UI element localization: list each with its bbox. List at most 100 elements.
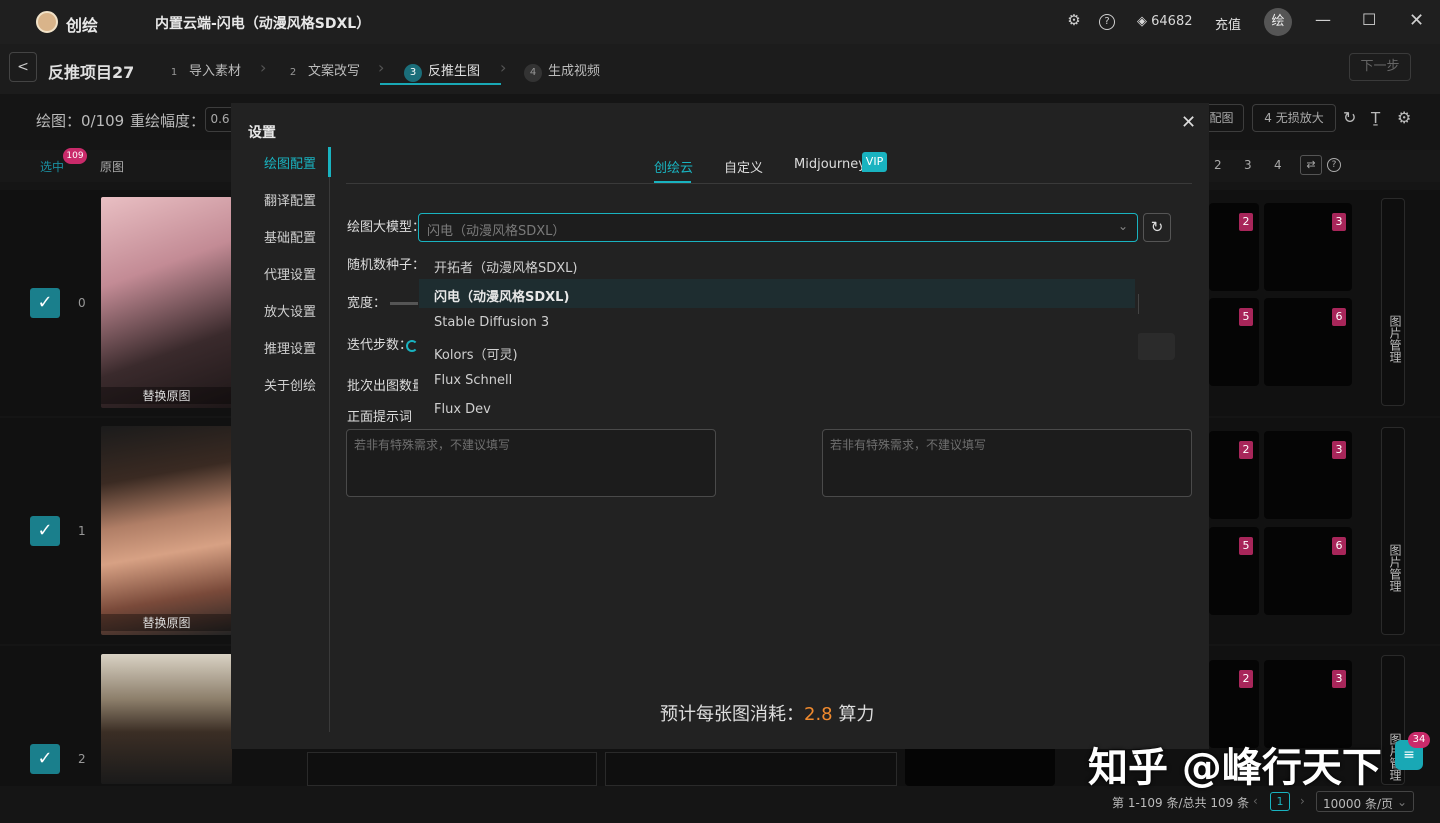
app-logo	[36, 11, 58, 33]
modal-title: 设置	[248, 125, 276, 141]
watermark: 知乎 @峰行天下	[1088, 745, 1382, 791]
vip-badge: VIP	[862, 152, 887, 172]
coin-balance[interactable]: ◈ 64682	[1137, 14, 1193, 29]
step-import[interactable]: 1 导入素材	[165, 60, 241, 82]
generated-image[interactable]: 2	[1209, 203, 1259, 291]
settings-modal	[231, 103, 1209, 749]
refresh-models-button[interactable]: ↻	[1143, 213, 1171, 242]
tab-chuanghui-cloud[interactable]: 创绘云	[654, 157, 693, 176]
next-page-icon[interactable]: ›	[1300, 794, 1305, 808]
row-checkbox[interactable]: ✓	[30, 744, 60, 774]
image-manager-button[interactable]: 图片管理	[1381, 427, 1405, 635]
replace-image-button[interactable]: 替换原图	[101, 387, 232, 404]
settings-icon[interactable]: ⚙	[1397, 108, 1411, 127]
prompt-cell[interactable]	[605, 752, 897, 786]
model-option[interactable]: Flux Schnell	[434, 373, 512, 388]
step-number: 3	[404, 64, 422, 82]
cost-prefix: 预计每张图消耗：	[660, 704, 804, 725]
replace-image-button[interactable]: 替换原图	[101, 614, 232, 631]
model-option[interactable]: 开拓者（动漫风格SDXL)	[434, 257, 577, 276]
refresh-icon[interactable]: ↻	[1343, 108, 1356, 127]
batch-count-label: 批次出图数量	[347, 379, 426, 394]
settings-gear-icon[interactable]: ⚙	[1066, 13, 1082, 30]
image-manager-button[interactable]: 图片管理	[1381, 198, 1405, 406]
cost-value: 2.8	[804, 704, 833, 725]
nav-proxy-settings[interactable]: 代理设置	[264, 264, 316, 283]
prev-page-icon[interactable]: ‹	[1253, 794, 1258, 808]
select-column-header[interactable]: 选中	[40, 158, 64, 175]
original-image[interactable]	[101, 654, 232, 784]
step-number: 1	[170, 67, 178, 78]
generated-image[interactable]: 2	[1209, 431, 1259, 519]
text-format-icon[interactable]: Ṯ	[1371, 109, 1380, 127]
back-button[interactable]: <	[9, 52, 37, 82]
tab-custom[interactable]: 自定义	[724, 157, 763, 176]
cost-suffix: 算力	[838, 704, 875, 725]
tab-midjourney[interactable]: Midjourney	[794, 157, 866, 172]
generated-image[interactable]: 3	[1264, 431, 1352, 519]
negative-prompt-textarea[interactable]: 若非有特殊需求，不建议填写	[822, 429, 1192, 497]
model-option[interactable]: Stable Diffusion 3	[434, 315, 549, 330]
page-size-select[interactable]: 10000 条/页 ⌄	[1316, 791, 1414, 812]
model-option[interactable]: Kolors（可灵)	[434, 344, 518, 363]
row-checkbox[interactable]: ✓	[30, 516, 60, 546]
help-icon[interactable]: ?	[1327, 158, 1341, 172]
upscale-button[interactable]: 4 无损放大	[1252, 104, 1336, 132]
generated-image[interactable]: 5	[1209, 527, 1259, 615]
minimize-icon[interactable]: —	[1315, 10, 1331, 29]
nav-inference-settings[interactable]: 推理设置	[264, 338, 316, 357]
next-step-button[interactable]: 下一步	[1349, 53, 1411, 81]
page-tab-4[interactable]: 4	[1274, 158, 1282, 172]
original-image[interactable]: 替换原图	[101, 426, 232, 635]
swap-icon[interactable]: ⇄	[1300, 155, 1322, 175]
chevron-right-icon: ›	[500, 58, 507, 77]
model-option[interactable]: Flux Dev	[434, 402, 491, 417]
nav-basic-config[interactable]: 基础配置	[264, 227, 316, 246]
nav-translate-config[interactable]: 翻译配置	[264, 190, 316, 209]
generated-image[interactable]: 3	[1264, 203, 1352, 291]
steps-slider-handle[interactable]	[406, 340, 418, 352]
chevron-right-icon: ›	[260, 58, 267, 77]
step-generate-video[interactable]: 4 生成视频	[524, 60, 600, 82]
image-number-badge: 2	[1239, 441, 1253, 459]
steps-input[interactable]	[1137, 333, 1175, 360]
row-index: 0	[78, 296, 86, 310]
prompt-cell[interactable]	[307, 752, 597, 786]
page-tab-3[interactable]: 3	[1244, 158, 1252, 172]
chevron-right-icon: ›	[378, 58, 385, 77]
step-rewrite[interactable]: 2 文案改写	[284, 60, 360, 82]
positive-prompt-label: 正面提示词	[347, 410, 413, 425]
help-icon[interactable]: ?	[1099, 14, 1115, 30]
chevron-down-icon: ⌄	[1396, 795, 1407, 809]
nav-draw-config[interactable]: 绘图配置	[264, 153, 316, 172]
active-step-indicator	[380, 83, 501, 85]
width-slider[interactable]	[390, 302, 418, 305]
step-label: 导入素材	[189, 64, 242, 79]
row-checkbox[interactable]: ✓	[30, 288, 60, 318]
model-option-selected[interactable]: 闪电（动漫风格SDXL)	[434, 286, 569, 305]
nav-divider	[329, 149, 330, 732]
close-icon[interactable]: ✕	[1181, 112, 1196, 133]
window-close-icon[interactable]: ✕	[1409, 10, 1424, 31]
current-page[interactable]: 1	[1270, 792, 1290, 811]
positive-prompt-textarea[interactable]: 若非有特殊需求，不建议填写	[346, 429, 716, 497]
avatar[interactable]: 绘	[1264, 8, 1292, 36]
coin-count: 64682	[1151, 14, 1193, 29]
generated-image[interactable]: 5	[1209, 298, 1259, 386]
step-reverse-generate[interactable]: 3 反推生图	[404, 60, 480, 82]
step-label: 文案改写	[308, 64, 361, 79]
maximize-icon[interactable]: ☐	[1362, 10, 1376, 29]
generated-image[interactable]: 6	[1264, 298, 1352, 386]
page-size-value: 10000 条/页	[1323, 797, 1394, 811]
page-tab-2[interactable]: 2	[1214, 158, 1222, 172]
steps-label: 迭代步数：	[347, 338, 413, 353]
window-title: 内置云端-闪电（动漫风格SDXL）	[155, 16, 371, 32]
chevron-down-icon: ⌄	[1118, 219, 1129, 233]
model-select[interactable]: 闪电（动漫风格SDXL）	[418, 213, 1138, 242]
nav-upscale-settings[interactable]: 放大设置	[264, 301, 316, 320]
project-name: 反推项目27	[48, 63, 135, 82]
nav-about[interactable]: 关于创绘	[264, 375, 316, 394]
recharge-button[interactable]: 充值	[1215, 14, 1241, 33]
original-image[interactable]: 替换原图	[101, 197, 232, 408]
generated-image[interactable]: 6	[1264, 527, 1352, 615]
